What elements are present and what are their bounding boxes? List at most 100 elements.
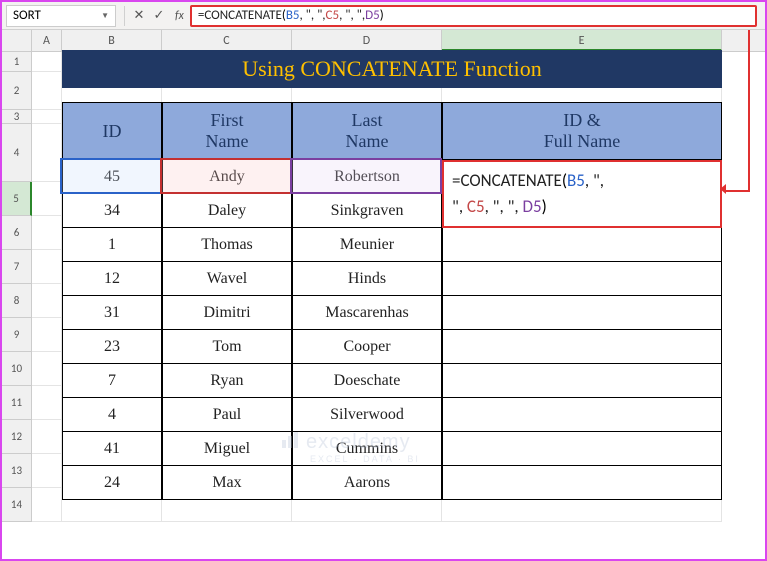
col-header-A[interactable]: A (32, 30, 62, 51)
separator (124, 6, 125, 26)
row-header-7[interactable]: 7 (2, 250, 32, 284)
in-cell-formula-overlay[interactable]: =CONCATENATE(B5, ",", C5, ", ", D5) (442, 160, 722, 228)
name-box[interactable]: SORT ▼ (6, 5, 116, 27)
header-id-full-name: ID & Full Name (442, 102, 722, 160)
title-banner: Using CONCATENATE Function (62, 50, 722, 88)
table-row: 1ThomasMeunier (62, 228, 722, 262)
cell-last-name[interactable]: Doeschate (292, 364, 442, 398)
cancel-button[interactable]: ✕ (129, 8, 149, 23)
table-row: 23TomCooper (62, 330, 722, 364)
cell-id[interactable]: 41 (62, 432, 162, 466)
cell[interactable] (32, 110, 62, 124)
row-header-8[interactable]: 8 (2, 284, 32, 318)
select-all-corner[interactable] (2, 30, 32, 51)
cell-id[interactable]: 45 (62, 160, 162, 194)
table-row: 41MiguelCummins (62, 432, 722, 466)
cell[interactable] (32, 52, 62, 72)
cell-first-name[interactable]: Miguel (162, 432, 292, 466)
cell-last-name[interactable]: Sinkgraven (292, 194, 442, 228)
table-row: 12WavelHinds (62, 262, 722, 296)
cell-id-full-name[interactable] (442, 296, 722, 330)
cell-id[interactable]: 4 (62, 398, 162, 432)
cell-id[interactable]: 12 (62, 262, 162, 296)
chevron-down-icon[interactable]: ▼ (101, 11, 109, 21)
cell-last-name[interactable]: Cooper (292, 330, 442, 364)
table-row: 7RyanDoeschate (62, 364, 722, 398)
row-header-2[interactable]: 2 (2, 72, 32, 110)
cell-first-name[interactable]: Daley (162, 194, 292, 228)
cell-first-name[interactable]: Wavel (162, 262, 292, 296)
cell[interactable] (32, 352, 62, 386)
header-last-name: Last Name (292, 102, 442, 160)
row-header-3[interactable]: 3 (2, 110, 32, 124)
row-header-6[interactable]: 6 (2, 216, 32, 250)
row-header-4[interactable]: 4 (2, 124, 32, 182)
cell[interactable] (32, 454, 62, 488)
col-header-D[interactable]: D (292, 30, 442, 51)
cell-id[interactable]: 1 (62, 228, 162, 262)
cell[interactable] (32, 386, 62, 420)
cell-id[interactable]: 24 (62, 466, 162, 500)
cell[interactable] (32, 182, 62, 216)
column-headers: A B C D E (2, 30, 765, 52)
cell-id-full-name[interactable] (442, 364, 722, 398)
cell[interactable] (32, 420, 62, 454)
header-id: ID (62, 102, 162, 160)
cell[interactable] (32, 216, 62, 250)
callout-arrow-icon (724, 190, 750, 192)
table-row: 31DimitriMascarenhas (62, 296, 722, 330)
table-row: 4PaulSilverwood (62, 398, 722, 432)
col-header-B[interactable]: B (62, 30, 162, 51)
cell-id[interactable]: 31 (62, 296, 162, 330)
cell-id-full-name[interactable] (442, 466, 722, 500)
cell-id[interactable]: 23 (62, 330, 162, 364)
cell[interactable] (32, 318, 62, 352)
callout-arrow-icon (748, 30, 750, 192)
cell-last-name[interactable]: Aarons (292, 466, 442, 500)
cell[interactable] (32, 488, 62, 522)
row-header-10[interactable]: 10 (2, 352, 32, 386)
header-first-name: First Name (162, 102, 292, 160)
fx-label[interactable]: fx (175, 9, 184, 23)
row-header-9[interactable]: 9 (2, 318, 32, 352)
row-header-12[interactable]: 12 (2, 420, 32, 454)
cell-first-name[interactable]: Tom (162, 330, 292, 364)
table-header-row: ID First Name Last Name ID & Full Name (62, 102, 722, 160)
col-header-E[interactable]: E (442, 30, 722, 51)
cell-id-full-name[interactable] (442, 398, 722, 432)
cell[interactable] (32, 250, 62, 284)
cell[interactable] (32, 124, 62, 182)
cell[interactable] (32, 284, 62, 318)
name-box-value: SORT (13, 8, 41, 23)
cell-last-name[interactable]: Cummins (292, 432, 442, 466)
cell-id-full-name[interactable] (442, 432, 722, 466)
cell-last-name[interactable]: Mascarenhas (292, 296, 442, 330)
sheet-area: A B C D E 1 2 3 4 5 6 7 8 9 10 11 12 13 … (2, 30, 765, 559)
formula-input[interactable]: =CONCATENATE(B5, ", ", C5, ", ", D5) (190, 5, 757, 27)
row-header-5[interactable]: 5 (2, 182, 32, 216)
cell-id-full-name[interactable] (442, 228, 722, 262)
cell-last-name[interactable]: Robertson (292, 160, 442, 194)
cell-last-name[interactable]: Silverwood (292, 398, 442, 432)
cell-id[interactable]: 34 (62, 194, 162, 228)
table-row: 24MaxAarons (62, 466, 722, 500)
cell-first-name[interactable]: Dimitri (162, 296, 292, 330)
cell-id-full-name[interactable] (442, 330, 722, 364)
cell[interactable] (32, 72, 62, 110)
cell-first-name[interactable]: Max (162, 466, 292, 500)
col-header-C[interactable]: C (162, 30, 292, 51)
cell-first-name[interactable]: Ryan (162, 364, 292, 398)
cell-first-name[interactable]: Thomas (162, 228, 292, 262)
cell-id[interactable]: 7 (62, 364, 162, 398)
accept-button[interactable]: ✓ (149, 8, 169, 23)
row-header-13[interactable]: 13 (2, 454, 32, 488)
row-header-14[interactable]: 14 (2, 488, 32, 522)
row-header-1[interactable]: 1 (2, 52, 32, 72)
formula-bar: SORT ▼ ✕ ✓ fx =CONCATENATE(B5, ", ", C5,… (2, 2, 765, 30)
cell-last-name[interactable]: Meunier (292, 228, 442, 262)
cell-last-name[interactable]: Hinds (292, 262, 442, 296)
cell-id-full-name[interactable] (442, 262, 722, 296)
row-header-11[interactable]: 11 (2, 386, 32, 420)
cell-first-name[interactable]: Andy (162, 160, 292, 194)
cell-first-name[interactable]: Paul (162, 398, 292, 432)
